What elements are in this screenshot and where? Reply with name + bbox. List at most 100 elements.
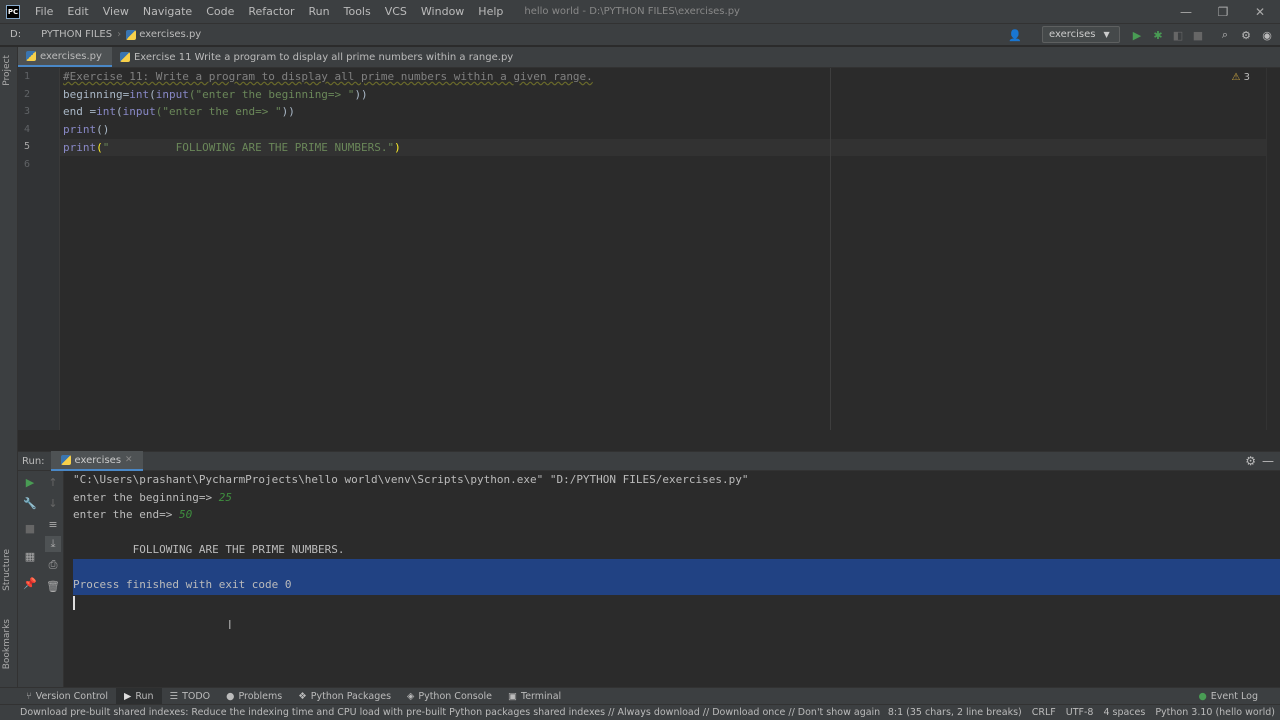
rerun-icon[interactable]: ▶ bbox=[22, 474, 38, 490]
editor-scrollbar[interactable] bbox=[1266, 68, 1280, 430]
menu-window[interactable]: Window bbox=[414, 0, 471, 24]
run-panel-title: Run: bbox=[22, 455, 45, 467]
restore-button[interactable]: ❐ bbox=[1205, 0, 1241, 24]
package-icon: ❖ bbox=[298, 690, 307, 702]
tool-python-packages[interactable]: ❖ Python Packages bbox=[290, 688, 399, 705]
menu-vcs[interactable]: VCS bbox=[378, 0, 414, 24]
menu-tools[interactable]: Tools bbox=[337, 0, 378, 24]
scroll-to-end-icon[interactable]: ⤓ bbox=[45, 536, 61, 552]
console-prompt-line: enter the beginning=> 25 bbox=[73, 489, 232, 506]
run-icon: ▶ bbox=[124, 690, 132, 702]
string-literal: ("enter the beginning=> " bbox=[188, 88, 355, 101]
minimize-button[interactable]: — bbox=[1168, 0, 1204, 24]
project-tool-tab[interactable]: Project bbox=[2, 55, 12, 86]
terminal-icon: ▣ bbox=[508, 690, 518, 702]
print-icon[interactable]: ⎙ bbox=[45, 557, 61, 573]
breadcrumb-file-label: exercises.py bbox=[139, 29, 202, 40]
structure-tool-tab[interactable]: Structure bbox=[2, 549, 12, 591]
tool-label: Python Console bbox=[418, 690, 493, 702]
arrow-down-icon[interactable]: ↓ bbox=[45, 495, 61, 511]
run-panel-header: Run: exercises ✕ ⚙ — bbox=[18, 451, 1280, 471]
tool-version-control[interactable]: ⑂ Version Control bbox=[18, 688, 116, 705]
arrow-up-icon[interactable]: ↑ bbox=[45, 474, 61, 490]
tool-event-log[interactable]: ● Event Log bbox=[1191, 688, 1267, 705]
python-interpreter[interactable]: Python 3.10 (hello world) bbox=[1150, 707, 1280, 718]
menu-edit[interactable]: Edit bbox=[60, 0, 95, 24]
tool-todo[interactable]: ☰ TODO bbox=[162, 688, 219, 705]
user-icon[interactable]: 👤 bbox=[1008, 28, 1022, 42]
tool-label: Python Packages bbox=[310, 690, 392, 702]
bookmarks-tool-tab[interactable]: Bookmarks bbox=[2, 619, 12, 669]
stop-icon[interactable]: ■ bbox=[1191, 28, 1205, 42]
tool-label: Terminal bbox=[521, 690, 562, 702]
status-message[interactable]: Download pre-built shared indexes: Reduc… bbox=[0, 707, 883, 718]
close-tab-icon[interactable]: ✕ bbox=[125, 455, 133, 465]
run-console-output[interactable]: "C:\Users\prashant\PycharmProjects\hello… bbox=[64, 471, 1280, 687]
builtin: print bbox=[63, 141, 97, 154]
menu-code[interactable]: Code bbox=[199, 0, 241, 24]
run-configuration-select[interactable]: exercises ▼ bbox=[1042, 26, 1120, 43]
settings-gear-icon[interactable]: ⚙ bbox=[1239, 28, 1253, 42]
code-editor[interactable]: 1 2 3 4 5 6 #Exercise 11: Write a progra… bbox=[18, 68, 1280, 430]
coverage-icon[interactable]: ◧ bbox=[1171, 28, 1185, 42]
menu-run[interactable]: Run bbox=[302, 0, 337, 24]
console-exit-line: Process finished with exit code 0 bbox=[73, 578, 292, 591]
console-output-line: FOLLOWING ARE THE PRIME NUMBERS. bbox=[73, 543, 345, 556]
run-tab-label: exercises bbox=[74, 454, 122, 466]
tool-run[interactable]: ▶ Run bbox=[116, 687, 162, 705]
paren: )) bbox=[281, 105, 295, 118]
menu-refactor[interactable]: Refactor bbox=[241, 0, 301, 24]
trash-icon[interactable]: 🗑 bbox=[45, 578, 61, 594]
line-number: 2 bbox=[23, 89, 30, 100]
left-tool-stripe: Project Structure Bookmarks bbox=[0, 47, 18, 687]
caret-position[interactable]: 8:1 (35 chars, 2 line breaks) bbox=[883, 707, 1027, 718]
ibeam-cursor-icon: I bbox=[228, 618, 232, 632]
stop-icon[interactable]: ■ bbox=[22, 520, 38, 536]
menu-view[interactable]: View bbox=[96, 0, 136, 24]
python-file-icon bbox=[126, 29, 137, 40]
tab-label: Exercise 11 Write a program to display a… bbox=[133, 51, 514, 63]
menu-help[interactable]: Help bbox=[471, 0, 510, 24]
layout-icon[interactable]: ▦ bbox=[22, 548, 38, 564]
breadcrumb-drive[interactable]: D: bbox=[0, 29, 26, 40]
close-window-button[interactable]: ✕ bbox=[1242, 0, 1278, 24]
menu-navigate[interactable]: Navigate bbox=[136, 0, 199, 24]
debug-icon[interactable]: ✱ bbox=[1151, 28, 1165, 42]
settings-gear-icon[interactable]: ⚙ bbox=[1245, 454, 1256, 468]
wrench-icon[interactable]: 🔧 bbox=[22, 495, 38, 511]
tool-problems[interactable]: ● Problems bbox=[218, 688, 290, 705]
pin-icon[interactable]: 📌 bbox=[22, 575, 38, 591]
tool-label: Problems bbox=[238, 690, 283, 702]
tab-exercises-py[interactable]: exercises.py bbox=[18, 47, 112, 67]
file-encoding[interactable]: UTF-8 bbox=[1061, 707, 1099, 718]
run-icon[interactable]: ▶ bbox=[1130, 28, 1144, 42]
code-line-3[interactable]: end =int(input("enter the end=> ")) bbox=[63, 103, 295, 120]
breadcrumb-file[interactable]: exercises.py bbox=[121, 29, 206, 40]
tool-python-console[interactable]: ◈ Python Console bbox=[399, 688, 500, 705]
chevron-down-icon: ▼ bbox=[1103, 30, 1110, 39]
inspection-warnings[interactable]: ⚠ 3 bbox=[1231, 72, 1250, 83]
tool-label: Version Control bbox=[35, 690, 108, 702]
warning-count: 3 bbox=[1243, 72, 1250, 83]
line-separator[interactable]: CRLF bbox=[1027, 707, 1061, 718]
run-tab-exercises[interactable]: exercises ✕ bbox=[50, 451, 143, 471]
prompt-text: enter the end=> bbox=[73, 508, 179, 521]
search-icon[interactable]: ⌕ bbox=[1218, 28, 1232, 42]
line-number-current: 5 bbox=[23, 141, 30, 152]
tab-exercise-11[interactable]: Exercise 11 Write a program to display a… bbox=[112, 47, 523, 67]
code-line-4[interactable]: print() bbox=[63, 121, 109, 138]
code-line-2[interactable]: beginning=int(input("enter the beginning… bbox=[63, 86, 368, 103]
identifier: beginning= bbox=[63, 88, 130, 101]
tool-terminal[interactable]: ▣ Terminal bbox=[500, 688, 569, 705]
breadcrumb-folder[interactable]: PYTHON FILES bbox=[36, 29, 117, 40]
plugins-icon[interactable]: ◉ bbox=[1260, 28, 1274, 42]
paren: ( bbox=[149, 88, 156, 101]
tool-label: TODO bbox=[182, 690, 211, 702]
code-line-1[interactable]: #Exercise 11: Write a program to display… bbox=[63, 68, 593, 85]
run-toolbar: ▶ 🔧 ■ ▦ 📌 bbox=[18, 471, 42, 687]
indent-setting[interactable]: 4 spaces bbox=[1098, 707, 1150, 718]
menu-file[interactable]: File bbox=[28, 0, 60, 24]
hide-panel-icon[interactable]: — bbox=[1262, 454, 1274, 468]
code-line-5[interactable]: print(" FOLLOWING ARE THE PRIME NUMBERS.… bbox=[63, 139, 401, 156]
soft-wrap-icon[interactable]: ≡ bbox=[45, 516, 61, 532]
